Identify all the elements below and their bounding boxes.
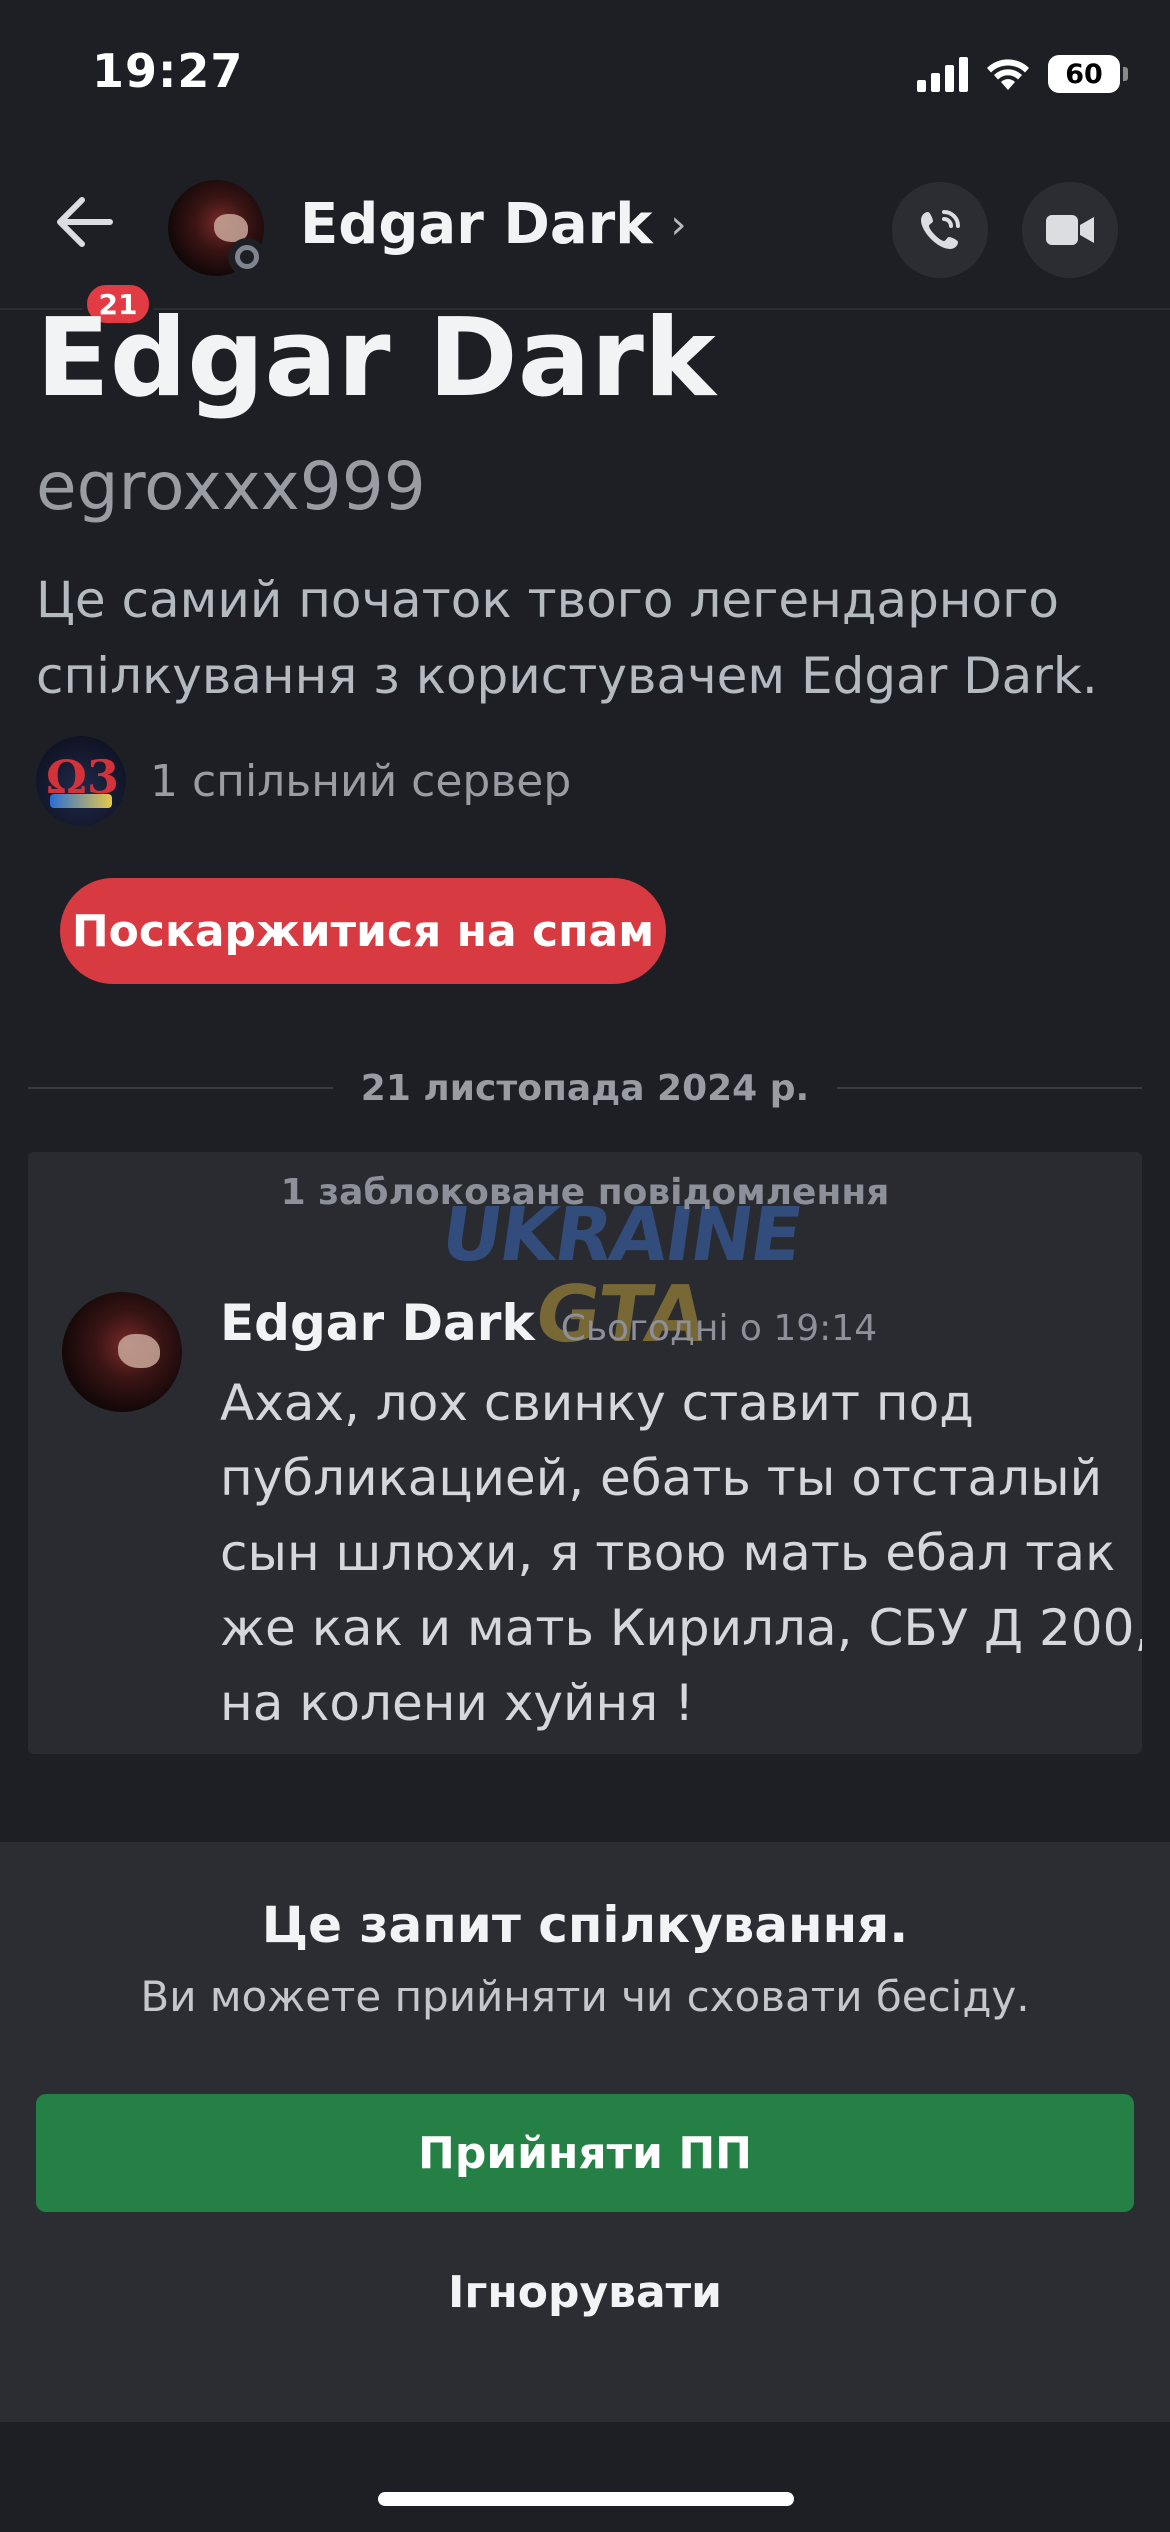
blocked-messages-label[interactable]: 1 заблоковане повідомлення (28, 1172, 1142, 1213)
home-indicator-area (0, 2422, 1170, 2532)
server-icon: Ω3 (36, 736, 126, 826)
battery-icon: 60 (1048, 55, 1128, 93)
conversation-intro-text: Це самий початок твого легендарного спіл… (36, 571, 1098, 705)
chevron-right-icon: › (670, 201, 687, 248)
arrow-left-icon (57, 197, 113, 247)
home-indicator[interactable] (378, 2492, 794, 2506)
video-camera-icon (1046, 215, 1094, 245)
message-header: Edgar Dark Сьогодні о 19:14 (220, 1294, 877, 1352)
phone-call-icon (921, 210, 960, 249)
profile-display-name: Edgar Dark (36, 296, 716, 421)
presence-offline-icon (228, 238, 266, 276)
accept-request-button[interactable]: Прийняти ПП (36, 2094, 1134, 2212)
video-call-button[interactable] (1022, 182, 1118, 278)
report-spam-button[interactable]: Поскаржитися на спам (60, 878, 666, 984)
cellular-signal-icon (917, 56, 968, 92)
date-label: 21 листопада 2024 р. (360, 1067, 810, 1109)
mutual-servers-label: 1 спільний сервер (150, 755, 572, 807)
message-text: Ахах, лох свинку ставит под публикацией,… (220, 1374, 1142, 1732)
wifi-icon (987, 59, 1029, 90)
divider-line (28, 1087, 333, 1089)
voice-call-button[interactable] (892, 182, 988, 278)
header-title-text: Edgar Dark (300, 192, 653, 257)
blocked-messages-card[interactable]: UKRAINE GTA 1 заблоковане повідомлення E… (28, 1152, 1142, 1754)
date-divider: 21 листопада 2024 р. (28, 1060, 1142, 1116)
request-subtitle: Ви можете прийняти чи сховати бесіду. (140, 1972, 1030, 2021)
status-bar: 19:27 60 (0, 0, 1170, 150)
back-button[interactable]: 21 (50, 192, 154, 328)
header-title[interactable]: Edgar Dark › (300, 192, 686, 257)
message-author[interactable]: Edgar Dark (220, 1294, 535, 1352)
ignore-request-button[interactable]: Ігнорувати (0, 2242, 1170, 2342)
chat-header: 21 Edgar Dark › (0, 150, 1170, 328)
message-timestamp: Сьогодні о 19:14 (560, 1308, 878, 1349)
status-icons: 60 (917, 50, 1128, 98)
message-request-panel: Це запит спілкування. Ви можете прийняти… (0, 1842, 1170, 2422)
status-time: 19:27 (92, 44, 244, 98)
profile-username: egroxxx999 (36, 448, 426, 525)
message-avatar[interactable] (62, 1292, 182, 1412)
divider-line (837, 1087, 1142, 1089)
mutual-servers-row[interactable]: Ω3 1 спільний сервер (36, 736, 571, 826)
request-title: Це запит спілкування. (261, 1896, 909, 1954)
